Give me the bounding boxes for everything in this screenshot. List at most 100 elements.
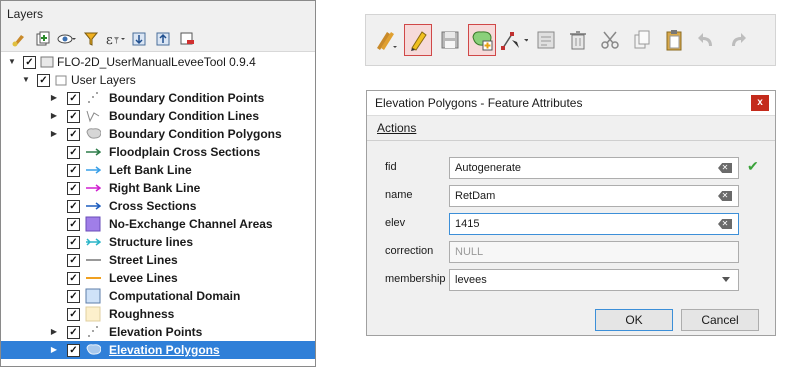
chevron-down-icon[interactable] (722, 277, 730, 282)
arrow-line-symbol-icon (85, 162, 101, 178)
line-symbol-icon (85, 108, 101, 124)
feature-attributes-dialog: Elevation Polygons - Feature Attributes … (366, 90, 776, 336)
membership-select[interactable]: levees (449, 269, 739, 291)
expand-all-icon[interactable] (129, 30, 149, 48)
current-edits-icon[interactable] (372, 24, 400, 56)
layer-row[interactable]: ✓ Computational Domain (1, 287, 315, 305)
redo-icon[interactable] (724, 24, 752, 56)
field-label: membership (385, 273, 446, 285)
layer-label: Boundary Condition Points (109, 91, 265, 105)
delete-selected-icon[interactable] (564, 24, 592, 56)
layer-visibility-checkbox[interactable]: ✓ (67, 236, 80, 249)
layer-visibility-checkbox[interactable]: ✓ (67, 326, 80, 339)
polygon-symbol-icon (85, 342, 101, 358)
add-polygon-feature-icon[interactable] (468, 24, 496, 56)
svg-text:ε: ε (106, 33, 113, 47)
layer-row[interactable]: ✓ Levee Lines (1, 269, 315, 287)
layer-visibility-checkbox[interactable]: ✓ (67, 290, 80, 303)
layer-visibility-checkbox[interactable]: ✓ (67, 146, 80, 159)
paste-features-icon[interactable] (660, 24, 688, 56)
actions-menu[interactable]: Actions (367, 116, 775, 141)
layer-visibility-checkbox[interactable]: ✓ (67, 344, 80, 357)
layers-panel: Layers ε ▼ ✓ FLO-2D_UserManualLeveeTool … (0, 0, 316, 367)
tree-row-group[interactable]: ▼ ✓ User Layers (1, 71, 315, 89)
tree-row-project[interactable]: ▼ ✓ FLO-2D_UserManualLeveeTool 0.9.4 (1, 53, 315, 71)
chevron-down-icon[interactable]: ▼ (21, 71, 31, 89)
add-group-icon[interactable] (33, 30, 53, 48)
layer-row[interactable]: ✓ Left Bank Line (1, 161, 315, 179)
vertex-tool-icon[interactable] (500, 24, 528, 56)
dialog-titlebar[interactable]: Elevation Polygons - Feature Attributes … (367, 91, 775, 116)
group-icon (53, 72, 69, 88)
undo-icon[interactable] (692, 24, 720, 56)
modify-attributes-icon[interactable] (532, 24, 560, 56)
layer-row[interactable]: ✓ No-Exchange Channel Areas (1, 215, 315, 233)
fill-symbol-icon (85, 306, 101, 322)
field-value: Autogenerate (455, 162, 522, 174)
chevron-right-icon[interactable]: ▶ (49, 125, 59, 143)
field-label: name (385, 189, 413, 201)
layer-visibility-checkbox[interactable]: ✓ (67, 110, 80, 123)
expression-filter-icon[interactable]: ε (105, 30, 125, 48)
fid-field[interactable]: Autogenerate ✕ (449, 157, 739, 179)
name-field[interactable]: RetDam ✕ (449, 185, 739, 207)
field-value: NULL (455, 246, 484, 258)
layer-row-selected[interactable]: ▶ ✓ Elevation Polygons (1, 341, 315, 359)
layer-label: Roughness (109, 307, 175, 321)
layer-row[interactable]: ✓ Floodplain Cross Sections (1, 143, 315, 161)
layer-visibility-checkbox[interactable]: ✓ (67, 308, 80, 321)
layer-visibility-checkbox[interactable]: ✓ (67, 218, 80, 231)
toggle-editing-icon[interactable] (404, 24, 432, 56)
chevron-right-icon[interactable]: ▶ (49, 341, 59, 359)
layer-visibility-checkbox[interactable]: ✓ (23, 56, 36, 69)
layer-row[interactable]: ✓ Street Lines (1, 251, 315, 269)
layer-visibility-checkbox[interactable]: ✓ (67, 272, 80, 285)
layer-visibility-checkbox[interactable]: ✓ (67, 182, 80, 195)
field-value: levees (455, 274, 487, 286)
field-label: elev (385, 217, 406, 229)
remove-layer-icon[interactable] (177, 30, 197, 48)
layer-visibility-checkbox[interactable]: ✓ (67, 92, 80, 105)
layer-row[interactable]: ▶ ✓ Boundary Condition Polygons (1, 125, 315, 143)
ok-button[interactable]: OK (595, 309, 673, 331)
close-button[interactable]: x (751, 95, 769, 111)
copy-features-icon[interactable] (628, 24, 656, 56)
elev-field[interactable]: 1415 ✕ (449, 213, 739, 235)
layer-row[interactable]: ✓ Roughness (1, 305, 315, 323)
chevron-right-icon[interactable]: ▶ (49, 107, 59, 125)
cancel-button[interactable]: Cancel (681, 309, 759, 331)
layer-row[interactable]: ✓ Right Bank Line (1, 179, 315, 197)
project-icon (39, 54, 55, 70)
layer-row[interactable]: ✓ Cross Sections (1, 197, 315, 215)
clear-icon[interactable]: ✕ (718, 191, 732, 201)
point-symbol-icon (85, 90, 101, 106)
chevron-down-icon[interactable]: ▼ (7, 53, 17, 71)
layer-row[interactable]: ▶ ✓ Boundary Condition Points (1, 89, 315, 107)
layer-label: Boundary Condition Polygons (109, 127, 282, 141)
clear-icon[interactable]: ✕ (718, 163, 732, 173)
actions-menu-label: Actions (377, 121, 417, 135)
layer-visibility-checkbox[interactable]: ✓ (67, 164, 80, 177)
layer-row[interactable]: ✓ Structure lines (1, 233, 315, 251)
cut-features-icon[interactable] (596, 24, 624, 56)
layer-visibility-checkbox[interactable]: ✓ (67, 128, 80, 141)
collapse-all-icon[interactable] (153, 30, 173, 48)
layer-label: No-Exchange Channel Areas (109, 217, 273, 231)
filter-icon[interactable] (81, 30, 101, 48)
chevron-right-icon[interactable]: ▶ (49, 89, 59, 107)
group-visibility-checkbox[interactable]: ✓ (37, 74, 50, 87)
line-symbol-icon (85, 252, 101, 268)
visibility-eye-icon[interactable] (57, 30, 77, 48)
layer-visibility-checkbox[interactable]: ✓ (67, 254, 80, 267)
layer-row[interactable]: ▶ ✓ Boundary Condition Lines (1, 107, 315, 125)
layer-row[interactable]: ▶ ✓ Elevation Points (1, 323, 315, 341)
layer-visibility-checkbox[interactable]: ✓ (67, 200, 80, 213)
field-row-name: name RetDam ✕ (385, 185, 765, 209)
layer-label: Computational Domain (109, 289, 241, 303)
style-manager-icon[interactable] (9, 30, 29, 48)
layer-label: Elevation Points (109, 325, 203, 339)
save-edits-icon[interactable] (436, 24, 464, 56)
correction-field[interactable]: NULL (449, 241, 739, 263)
chevron-right-icon[interactable]: ▶ (49, 323, 59, 341)
clear-icon[interactable]: ✕ (718, 219, 732, 229)
